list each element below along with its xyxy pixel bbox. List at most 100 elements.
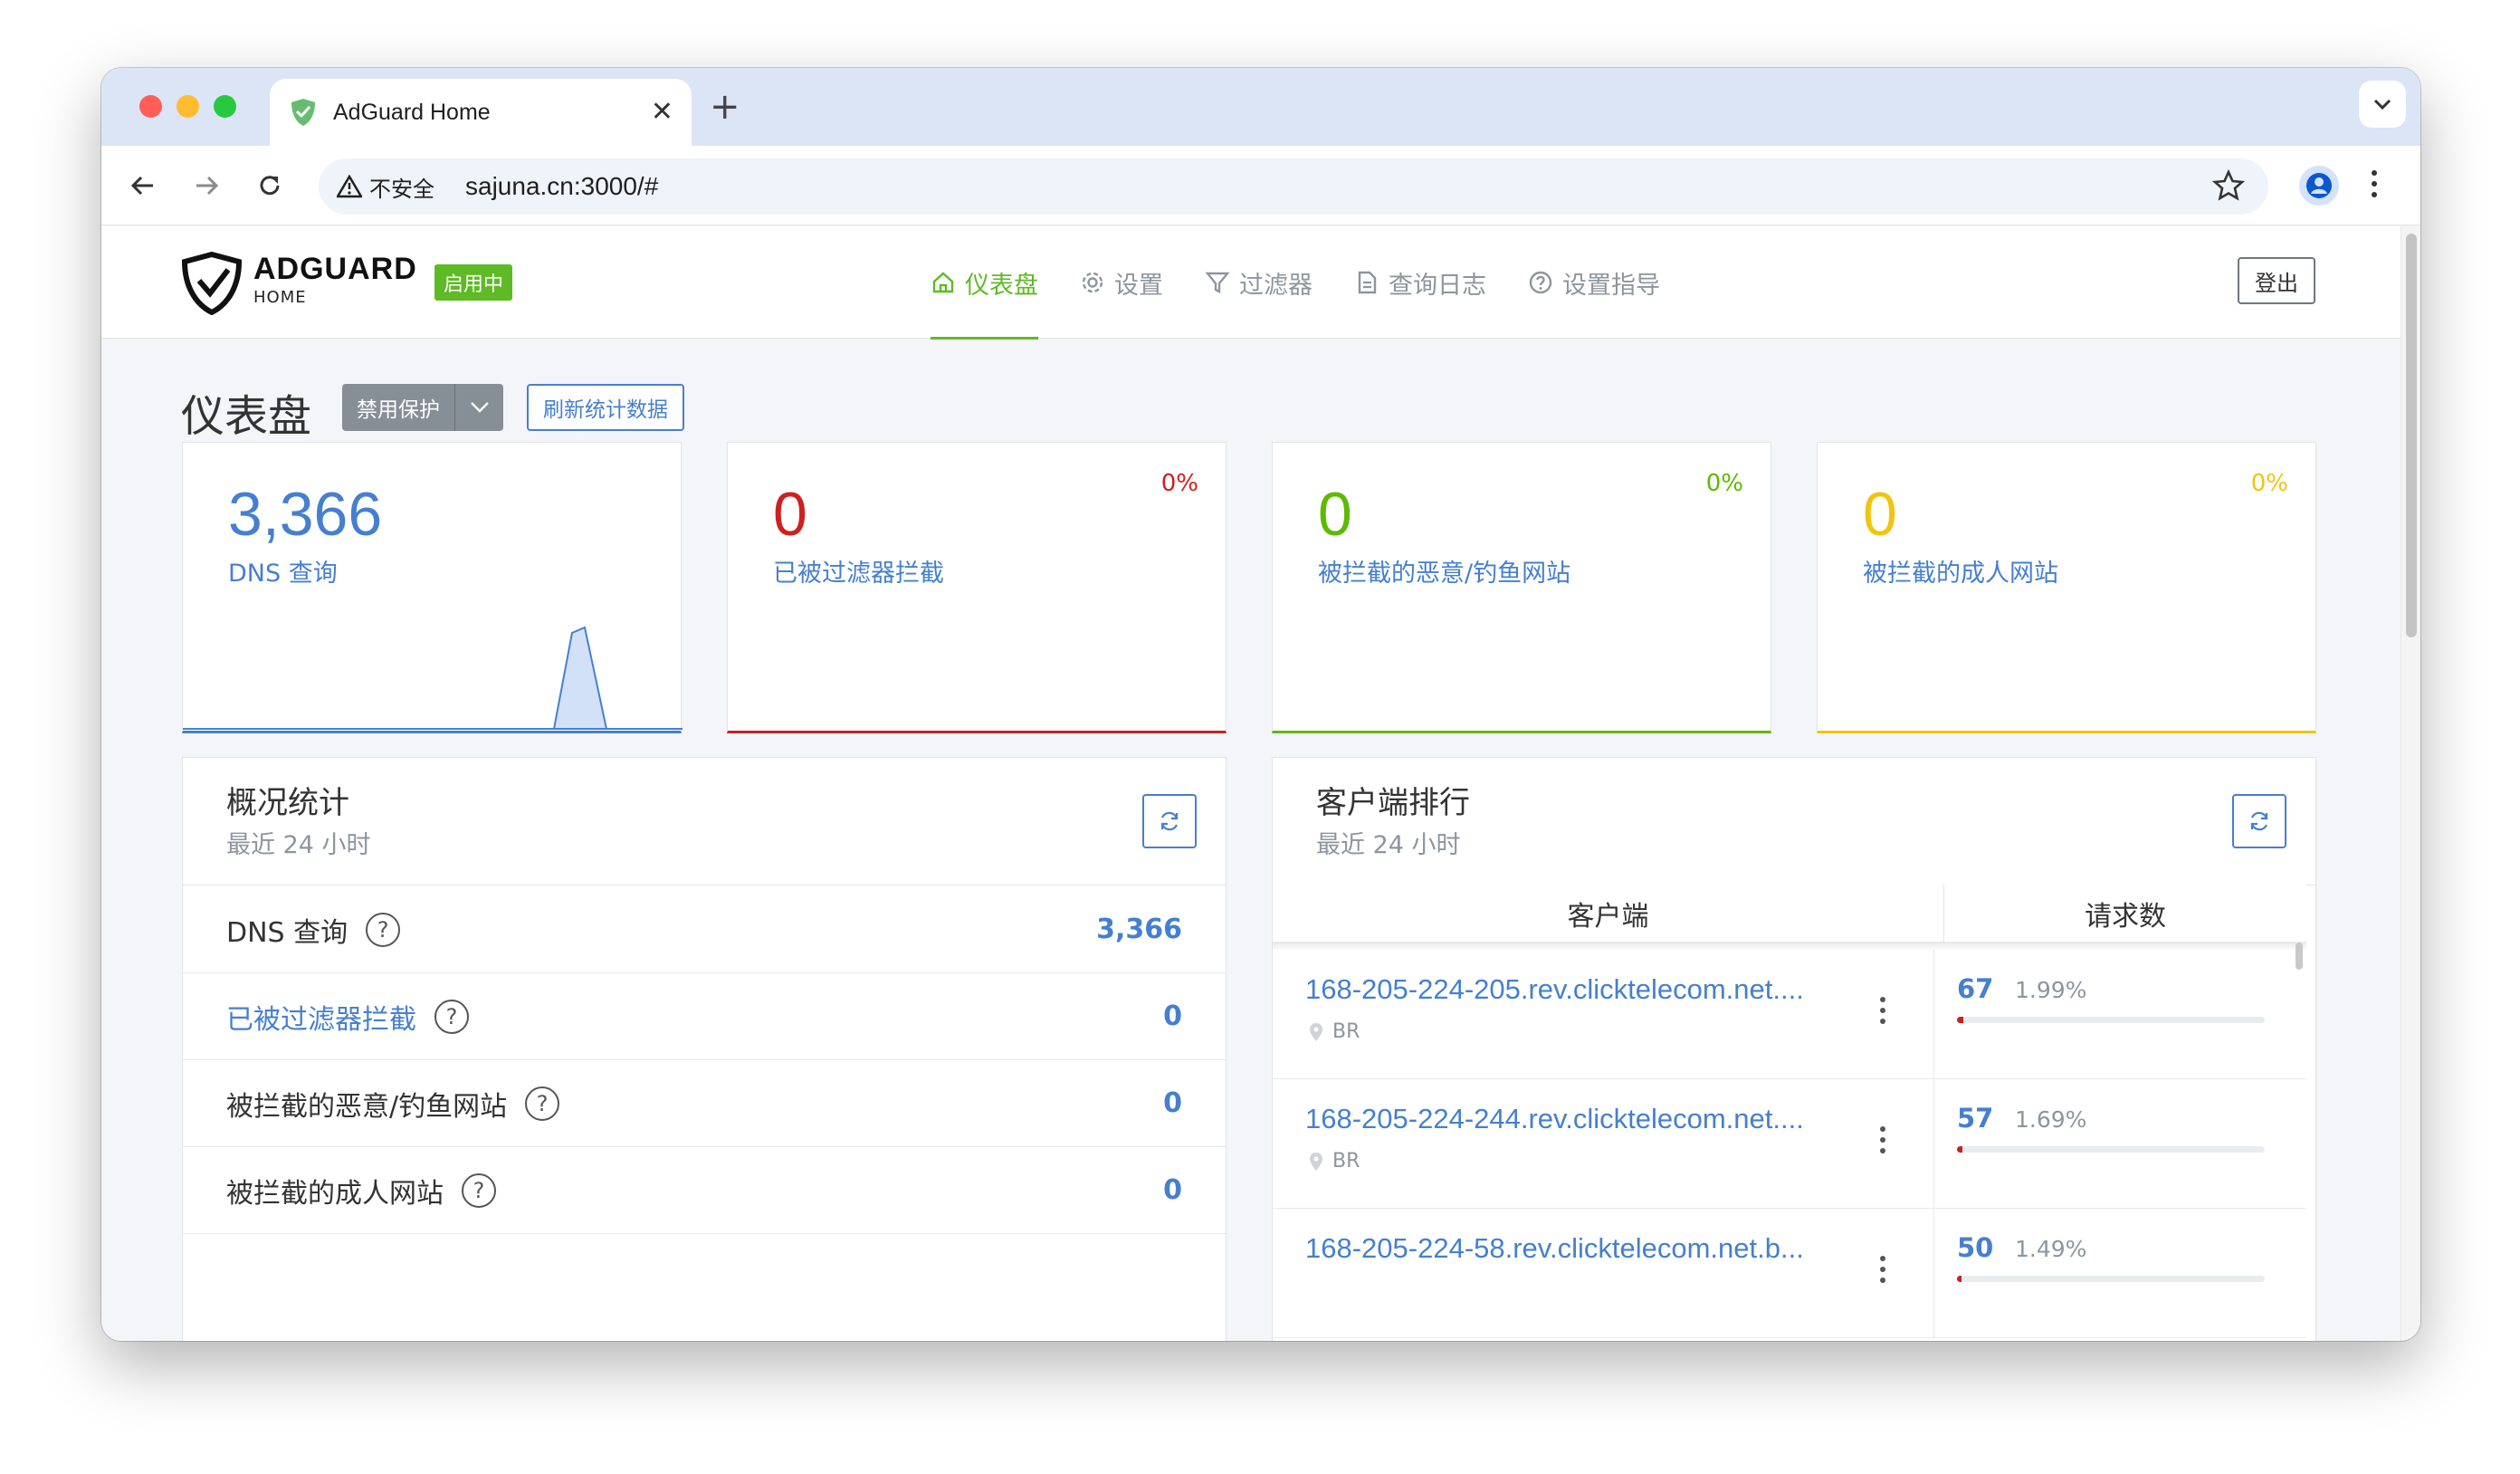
close-tab-icon[interactable]: ✕ <box>651 99 673 126</box>
request-count: 57 <box>1957 1103 1994 1134</box>
table-scrollbar-thumb[interactable] <box>2296 943 2303 970</box>
refresh-panel-button[interactable] <box>2232 794 2286 848</box>
client-actions-menu-icon[interactable] <box>1879 1125 1886 1159</box>
refresh-icon <box>2250 811 2268 831</box>
stat-label[interactable]: 被拦截的恶意/钓鱼网站 <box>1318 553 1570 589</box>
stat-percent: 0% <box>1160 470 1198 497</box>
stat-label[interactable]: 被拦截的成人网站 <box>1863 553 2058 589</box>
nav-query-log-label: 查询日志 <box>1389 271 1486 300</box>
request-count: 50 <box>1957 1232 1994 1263</box>
page-scrollbar-thumb[interactable] <box>2406 234 2417 637</box>
nav-filters[interactable]: 过滤器 <box>1205 226 1312 339</box>
browser-tab[interactable]: AdGuard Home ✕ <box>270 79 692 146</box>
stat-card-blocked-filters: 0 已被过滤器拦截 0% <box>727 442 1227 733</box>
protection-dropdown-toggle[interactable] <box>454 384 503 431</box>
client-actions-menu-icon[interactable] <box>1879 995 1886 1029</box>
protection-button-group: 禁用保护 <box>342 384 503 431</box>
stat-label[interactable]: DNS 查询 <box>228 553 338 589</box>
page-scrollbar[interactable] <box>2401 226 2420 1341</box>
help-circle-icon <box>1529 271 1552 294</box>
adguard-shield-logo-icon <box>181 252 243 315</box>
security-indicator[interactable]: 不安全 <box>337 171 434 203</box>
summary-label: DNS 查询 <box>226 916 348 949</box>
client-actions-menu-icon[interactable] <box>1879 1254 1886 1288</box>
client-name-link[interactable]: 168-205-224-205.rev.clicktelecom.net.... <box>1305 973 1804 1006</box>
summary-label-link[interactable]: 已被过滤器拦截 <box>226 997 416 1037</box>
refresh-statistics-button[interactable]: 刷新统计数据 <box>527 384 684 431</box>
browser-window: AdGuard Home ✕ + 不安全 sajuna.cn:3000/# AD… <box>101 68 2420 1341</box>
warning-icon <box>337 175 362 198</box>
stat-value: 0 <box>1863 480 1897 549</box>
nav-setup-guide[interactable]: 设置指导 <box>1528 226 1660 339</box>
column-header-client[interactable]: 客户端 <box>1273 885 1944 943</box>
client-name-link[interactable]: 168-205-224-58.rev.clicktelecom.net.b... <box>1305 1232 1804 1265</box>
tab-title: AdGuard Home <box>333 99 491 125</box>
summary-value: 0 <box>1163 1087 1182 1119</box>
location-pin-icon <box>1310 1022 1322 1041</box>
request-progress-fill <box>1957 1146 1962 1153</box>
browser-toolbar: 不安全 sajuna.cn:3000/# <box>101 146 2420 225</box>
arrow-left-icon <box>130 176 153 196</box>
bookmark-star-icon[interactable] <box>2211 168 2246 206</box>
profile-avatar-icon[interactable] <box>2299 166 2339 206</box>
adguard-shield-icon <box>288 97 319 128</box>
refresh-panel-button[interactable] <box>1142 794 1197 848</box>
client-row: 168-205-224-244.rev.clicktelecom.net....… <box>1273 1079 2306 1209</box>
nav-dashboard[interactable]: 仪表盘 <box>931 226 1038 340</box>
client-country: BR <box>1332 1020 1360 1043</box>
close-window-button[interactable] <box>139 95 162 118</box>
summary-label: 被拦截的成人网站 <box>226 1177 444 1210</box>
reload-button[interactable] <box>252 168 288 204</box>
stat-value: 0 <box>1318 480 1352 549</box>
url-text[interactable]: sajuna.cn:3000/# <box>465 172 658 201</box>
stat-label[interactable]: 已被过滤器拦截 <box>773 553 944 589</box>
help-icon[interactable]: ? <box>366 912 401 947</box>
adguard-logo[interactable]: ADGUARD HOME <box>181 252 417 315</box>
minimize-window-button[interactable] <box>177 95 199 118</box>
request-percent: 1.99% <box>2015 977 2087 1003</box>
help-icon[interactable]: ? <box>434 999 469 1034</box>
stat-card-blocked-malware: 0 被拦截的恶意/钓鱼网站 0% <box>1272 442 1771 733</box>
logout-button[interactable]: 登出 <box>2238 257 2315 304</box>
stat-card-dns-queries: 3,366 DNS 查询 <box>182 442 682 733</box>
client-location: BR <box>1309 1150 1360 1172</box>
stat-percent: 0% <box>1705 470 1743 497</box>
logo-subtitle: HOME <box>253 288 307 307</box>
nav-setup-guide-label: 设置指导 <box>1562 271 1660 300</box>
panel-title: 客户端排行 <box>1316 785 1470 821</box>
summary-row-dns-queries: DNS 查询 ? 3,366 <box>183 886 1226 973</box>
summary-value: 0 <box>1163 1174 1182 1206</box>
back-button[interactable] <box>125 168 161 204</box>
nav-settings[interactable]: 设置 <box>1080 226 1163 339</box>
summary-value: 0 <box>1163 1000 1182 1032</box>
client-name-link[interactable]: 168-205-224-244.rev.clicktelecom.net.... <box>1305 1103 1804 1135</box>
column-divider <box>1933 1079 1934 1209</box>
page-title: 仪表盘 <box>181 391 312 442</box>
client-row: 168-205-224-58.rev.clicktelecom.net.b...… <box>1273 1209 2306 1338</box>
maximize-window-button[interactable] <box>214 95 236 118</box>
dns-queries-sparkline <box>183 626 682 730</box>
request-progress-fill <box>1957 1276 1962 1282</box>
window-controls <box>139 95 236 118</box>
new-tab-icon[interactable]: + <box>710 84 740 129</box>
nav-query-log[interactable]: 查询日志 <box>1354 226 1486 339</box>
nav-filters-label: 过滤器 <box>1239 271 1312 300</box>
general-statistics-panel: 概况统计 最近 24 小时 DNS 查询 ? 3,366 已被过滤器拦截 ? 0… <box>182 757 1227 1341</box>
disable-protection-button[interactable]: 禁用保护 <box>342 384 454 431</box>
column-divider <box>1933 950 1934 1079</box>
main-nav: 仪表盘 设置 过滤器 查询日志 设置指导 <box>931 226 1660 340</box>
client-country: BR <box>1332 1150 1360 1172</box>
browser-menu-icon[interactable] <box>2370 168 2379 204</box>
help-icon[interactable]: ? <box>525 1086 560 1121</box>
column-header-requests[interactable]: 请求数 <box>1944 885 2306 943</box>
help-icon[interactable]: ? <box>462 1172 496 1208</box>
summary-label: 被拦截的恶意/钓鱼网站 <box>226 1090 508 1123</box>
location-pin-icon <box>1310 1152 1322 1171</box>
request-count: 67 <box>1957 973 1994 1004</box>
forward-button[interactable] <box>188 168 224 204</box>
tab-search-button[interactable] <box>2359 81 2406 128</box>
nav-settings-label: 设置 <box>1114 271 1163 300</box>
address-bar[interactable]: 不安全 sajuna.cn:3000/# <box>319 158 2268 215</box>
nav-dashboard-label: 仪表盘 <box>965 271 1038 300</box>
stat-value: 3,366 <box>228 480 383 549</box>
